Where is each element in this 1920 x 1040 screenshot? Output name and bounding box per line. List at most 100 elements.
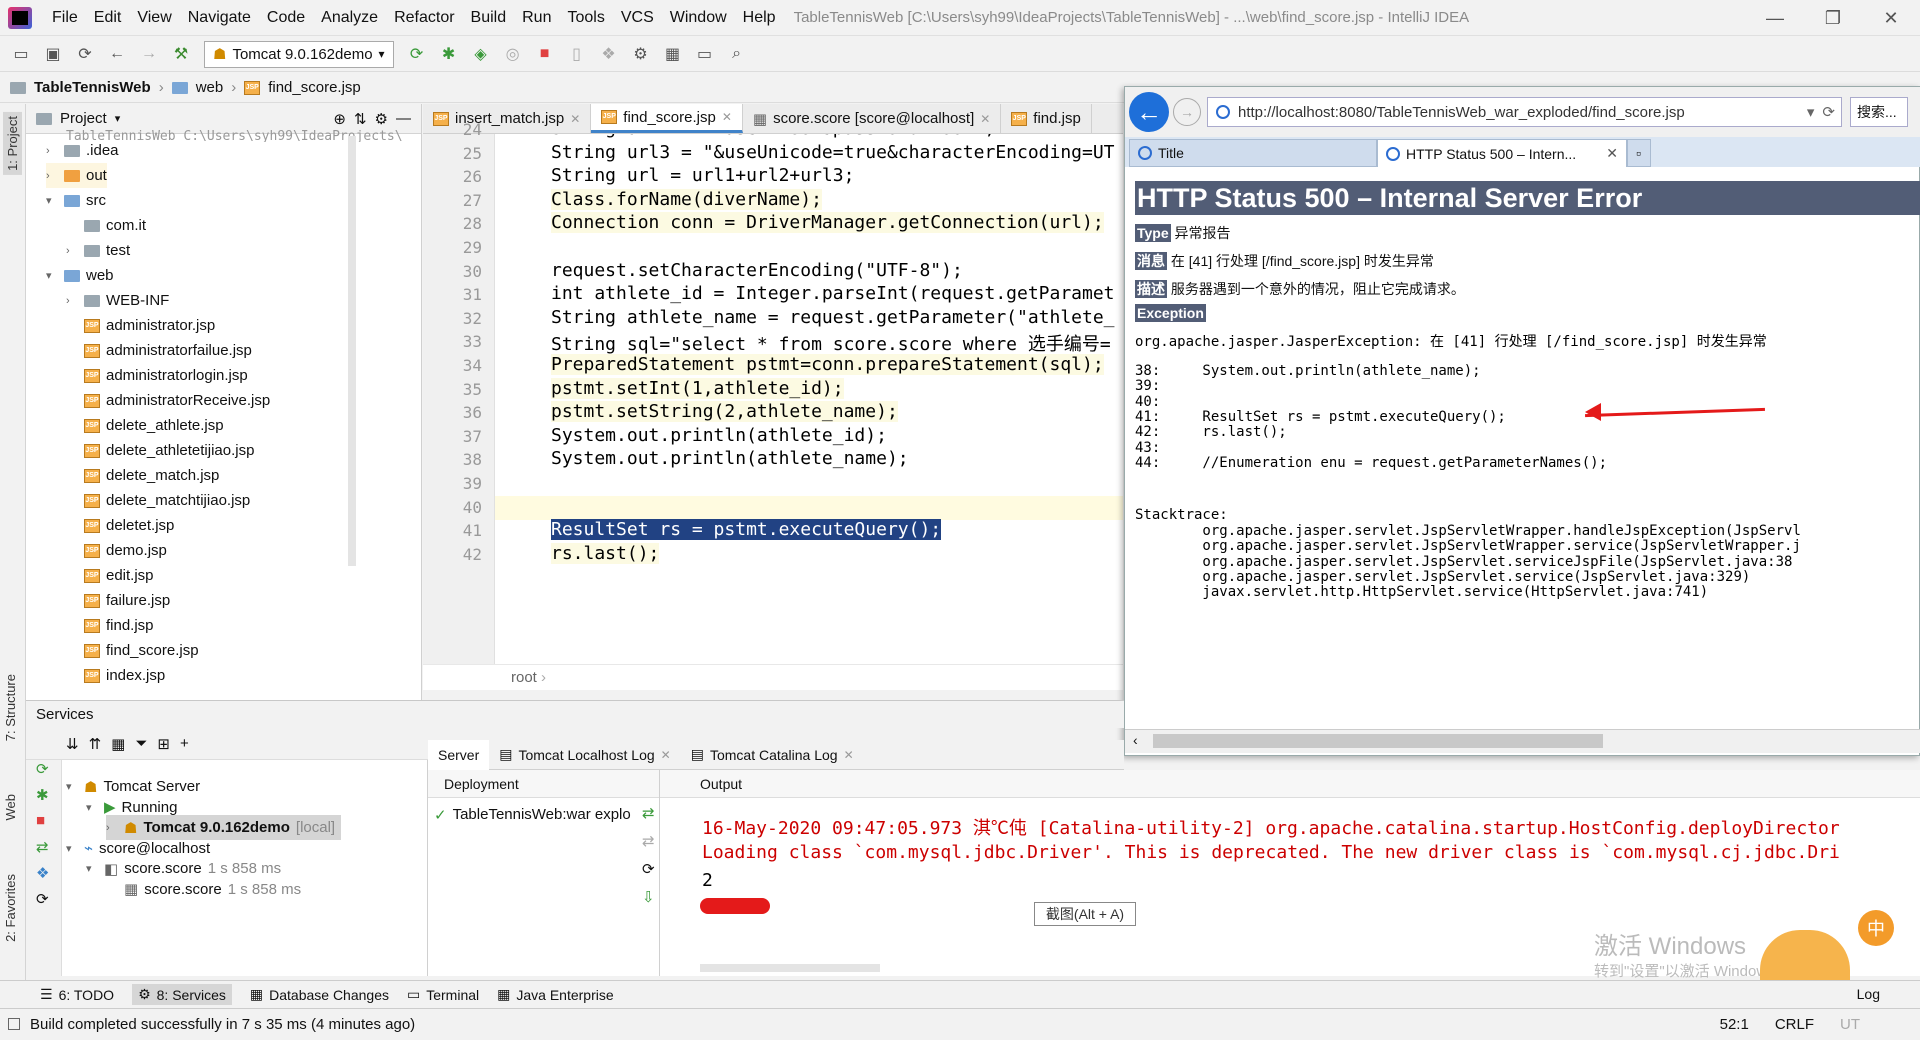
close-icon[interactable]: ✕ [844,748,854,762]
terminal-icon[interactable]: ▭ [692,41,718,67]
tree-item[interactable]: JSP failure.jsp [66,588,170,613]
tree-item[interactable]: JSP delete_athlete.jsp [66,413,224,438]
refresh-icon[interactable]: ⟳ [36,890,49,908]
tree-item[interactable]: ▾ src [46,188,106,213]
tab-score-table[interactable]: ▦ score.score [score@localhost] ✕ [743,104,1002,133]
tab-catalina-log[interactable]: ▤ Tomcat Catalina Log ✕ [681,740,864,770]
close-icon[interactable]: ✕ [980,112,990,126]
artifact-icon[interactable]: ❖ [36,864,49,882]
tree-item[interactable]: › .idea [46,138,119,163]
new-tab-button[interactable]: ▫ [1627,139,1651,167]
chevron-right-icon[interactable]: › [46,145,58,157]
tree-item[interactable]: › out [46,163,107,188]
back-icon[interactable]: ← [104,41,130,67]
bottom-tab[interactable]: ▦ Java Enterprise [497,986,614,1003]
tab-insert-match[interactable]: JSP insert_match.jsp ✕ [423,104,592,133]
menu-file[interactable]: File [44,9,86,27]
expand-all-icon[interactable]: ⇊ [66,735,79,753]
chevron-down-icon[interactable]: ▾ [66,842,78,855]
tab-find[interactable]: JSP find.jsp [1001,104,1092,133]
tree-item[interactable]: JSP administratorReceive.jsp [66,388,270,413]
chevron-down-icon[interactable]: ▾ [115,112,121,125]
tree-item[interactable]: JSP find.jsp [66,613,154,638]
tree-item[interactable]: ▾ web [46,263,114,288]
sync-icon[interactable]: ⟳ [72,41,98,67]
menu-run[interactable]: Run [514,9,559,27]
attach-icon[interactable]: ▯ [564,41,590,67]
chevron-down-icon[interactable]: ▾ [1807,103,1815,121]
gear-icon[interactable]: ⚙ [375,110,388,128]
caret-position[interactable]: 52:1 [1720,1016,1749,1033]
run-config-select[interactable]: ☗ Tomcat 9.0.162demo ▾ [204,40,394,68]
tab-project[interactable]: 1: Project [3,112,22,175]
project-structure-icon[interactable]: ▦ [660,41,686,67]
download-icon[interactable]: ⇩ [642,888,655,906]
chevron-right-icon[interactable]: › [66,245,78,257]
add-icon[interactable]: + [180,735,189,752]
menu-code[interactable]: Code [259,9,313,27]
menu-view[interactable]: View [129,9,179,27]
tree-item[interactable]: JSP administratorfailue.jsp [66,338,252,363]
layout-icon[interactable]: ⊞ [157,735,170,753]
rerun-icon[interactable]: ⟳ [36,760,49,778]
tab-server[interactable]: Server [428,739,490,770]
horizontal-scrollbar[interactable]: ‹ [1125,729,1920,753]
deploy-icon[interactable]: ⇄ [36,838,49,856]
editor-breadcrumb-item[interactable]: root [511,669,537,686]
tree-item[interactable]: JSP deletet.jsp [66,513,174,538]
menu-refactor[interactable]: Refactor [386,9,462,27]
collapse-icon[interactable]: ⇅ [354,110,367,128]
build-hammer-icon[interactable]: ⚒ [168,41,194,67]
chevron-right-icon[interactable]: › [106,822,118,834]
debug-icon[interactable]: ✱ [36,786,49,804]
search-input[interactable]: 搜索... [1850,97,1908,127]
browser-tab-error[interactable]: HTTP Status 500 – Intern... ✕ [1377,139,1627,167]
chevron-down-icon[interactable]: ▾ [66,780,78,793]
save-icon[interactable]: ▣ [40,41,66,67]
tree-item[interactable]: com.it [66,213,146,238]
chevron-down-icon[interactable]: ▾ [46,269,58,282]
bottom-tab[interactable]: ⚙ 8: Services [132,984,232,1005]
refresh-icon[interactable]: ⟳ [642,860,655,878]
tree-item[interactable]: JSP demo.jsp [66,538,167,563]
event-log-tab[interactable]: Log [1857,986,1880,1002]
close-icon[interactable]: ✕ [1862,0,1920,36]
tab-find-score[interactable]: JSP find_score.jsp ✕ [591,104,743,133]
tab-structure[interactable]: 7: Structure [3,674,18,741]
chevron-down-icon[interactable]: ▾ [46,194,58,207]
stop-icon[interactable]: ■ [532,41,558,67]
forward-icon[interactable]: → [1173,98,1201,126]
rerun-icon[interactable]: ⟳ [404,41,430,67]
tree-item[interactable]: JSP delete_athletetijiao.jsp [66,438,254,463]
refresh-icon[interactable]: ⟳ [1822,103,1835,121]
chevron-right-icon[interactable]: › [66,295,78,307]
menu-navigate[interactable]: Navigate [180,9,259,27]
debug-icon[interactable]: ✱ [436,41,462,67]
close-icon[interactable]: ✕ [570,112,580,126]
menu-vcs[interactable]: VCS [613,9,662,27]
service-item[interactable]: ▦ score.score 1 s 858 ms [106,877,301,902]
menu-build[interactable]: Build [463,9,515,27]
undeploy-icon[interactable]: ⇄ [642,832,655,850]
minimize-icon[interactable]: — [1746,0,1804,36]
output-scrollbar[interactable] [700,964,880,972]
forward-icon[interactable]: → [136,41,162,67]
tree-item[interactable]: JSP find_score.jsp [66,638,199,663]
deployment-item[interactable]: ✓ TableTennisWeb:war explo [434,802,631,827]
close-icon[interactable]: ✕ [1606,145,1618,162]
tree-item[interactable]: › test [66,238,130,263]
suspend-icon[interactable]: ❖ [596,41,622,67]
hide-icon[interactable]: — [396,110,411,127]
bottom-tab[interactable]: ☰ 6: TODO [40,986,114,1003]
tree-item[interactable]: › WEB-INF [66,288,169,313]
breadcrumb-folder[interactable]: web [196,79,224,96]
bottom-tab[interactable]: ▭ Terminal [407,986,479,1003]
tree-item[interactable]: JSP delete_match.jsp [66,463,219,488]
browser-tab-title[interactable]: Title [1129,139,1377,167]
chevron-down-icon[interactable]: ▾ [86,862,98,875]
menu-tools[interactable]: Tools [559,9,612,27]
breadcrumb-file[interactable]: find_score.jsp [268,79,361,96]
search-icon[interactable]: ⌕ [724,41,750,67]
restore-icon[interactable]: ❐ [1804,0,1862,36]
open-folder-icon[interactable]: ▭ [8,41,34,67]
